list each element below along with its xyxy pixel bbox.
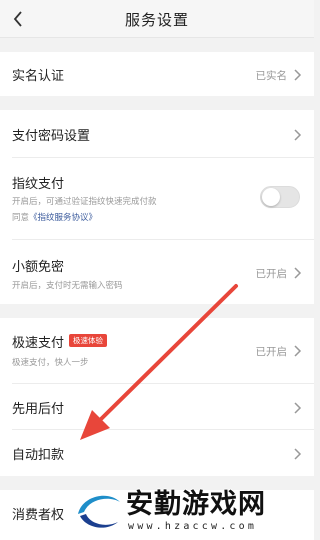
toggle-knob [262, 188, 280, 206]
fingerprint-pay-row: 指纹支付 开启后，可通过验证指纹快速完成付款 同意《指纹服务协议》 [0, 158, 314, 240]
fingerprint-agreement-link[interactable]: 《指纹服务协议》 [29, 213, 97, 223]
pay-later-row[interactable]: 先用后付 [0, 384, 314, 430]
top-bar: 服务设置 [0, 0, 314, 38]
fingerprint-pay-label: 指纹支付 [12, 177, 65, 192]
pay-later-label: 先用后付 [12, 402, 65, 417]
watermark-logo-icon [76, 491, 122, 531]
auto-deduct-row[interactable]: 自动扣款 [0, 430, 314, 476]
fingerprint-pay-description: 开启后，可通过验证指纹快速完成付款 [12, 197, 157, 207]
real-name-label: 实名认证 [12, 69, 65, 84]
real-name-row[interactable]: 实名认证 已实名 [0, 52, 314, 96]
pay-password-row[interactable]: 支付密码设置 [0, 110, 314, 158]
real-name-status: 已实名 [255, 70, 288, 82]
fast-pay-status: 已开启 [255, 346, 288, 358]
fingerprint-pay-toggle[interactable] [260, 186, 300, 208]
fingerprint-agreement-line: 同意《指纹服务协议》 [12, 211, 97, 223]
watermark-url: www.hzaccw.com [128, 521, 258, 532]
small-amount-free-label: 小额免密 [12, 260, 65, 275]
chevron-right-icon [294, 69, 302, 81]
auto-deduct-label: 自动扣款 [12, 448, 65, 463]
chevron-right-icon [294, 267, 302, 279]
consumer-rights-label: 消费者权 [12, 508, 65, 523]
pay-password-label: 支付密码设置 [12, 129, 91, 144]
small-amount-free-status: 已开启 [255, 268, 288, 280]
chevron-right-icon [294, 402, 302, 414]
fast-experience-badge: 极速体验 [69, 334, 107, 347]
fast-pay-description: 极速支付，快人一步 [12, 358, 89, 368]
page-title: 服务设置 [124, 11, 189, 29]
fast-pay-row[interactable]: 极速支付 极速体验 极速支付，快人一步 已开启 [0, 318, 314, 384]
chevron-right-icon [294, 345, 302, 357]
small-amount-free-row[interactable]: 小额免密 开启后，支付时无需输入密码 已开启 [0, 240, 314, 304]
chevron-right-icon [294, 448, 302, 460]
chevron-right-icon [294, 129, 302, 141]
watermark-title: 安勤游戏网 [126, 489, 266, 520]
fast-pay-label: 极速支付 [12, 336, 65, 351]
agree-text: 同意 [12, 213, 30, 223]
watermark: 安勤游戏网 www.hzaccw.com [72, 480, 314, 540]
small-amount-free-description: 开启后，支付时无需输入密码 [12, 281, 123, 291]
